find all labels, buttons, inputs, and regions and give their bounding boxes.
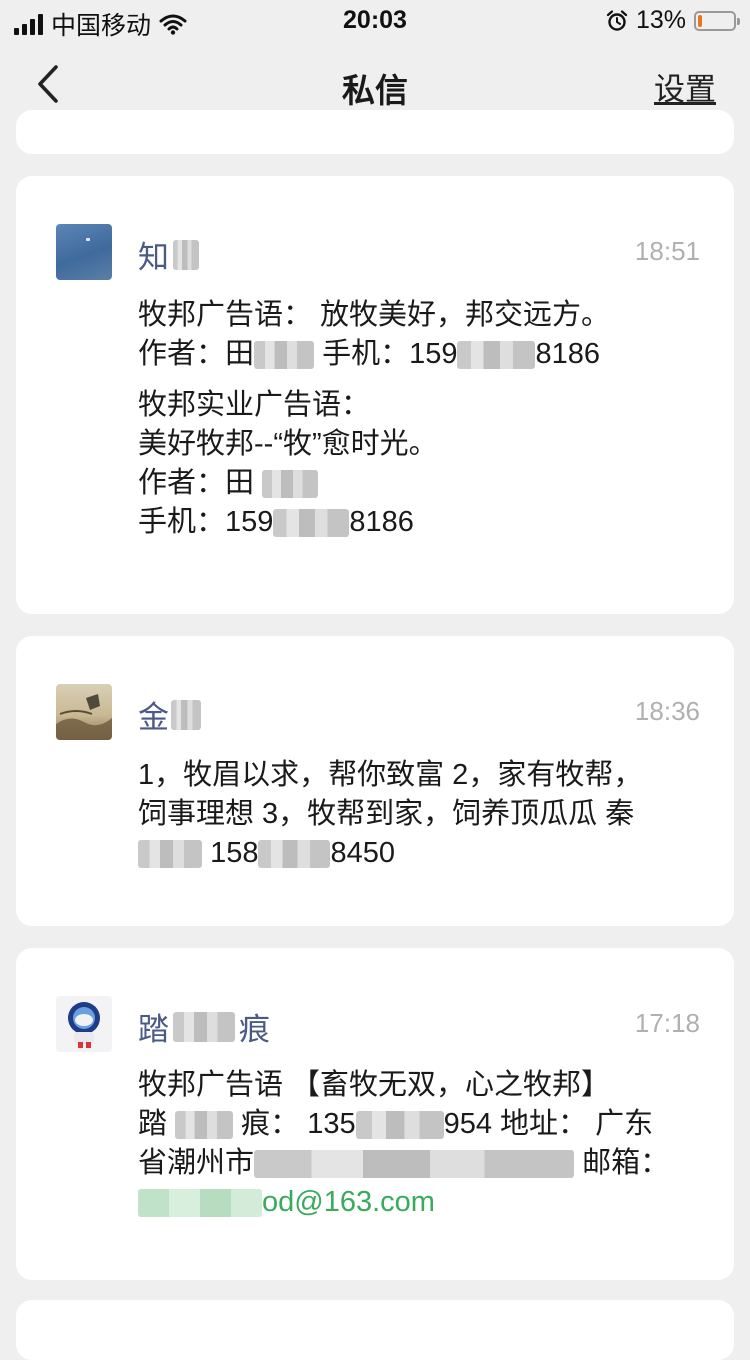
blurred-text [254, 341, 315, 370]
message-line[interactable]: od@163.com [138, 1183, 694, 1222]
message-line: 牧邦实业广告语： [138, 389, 371, 421]
message-card[interactable]: 金 18:36 1，牧眉以求，帮你致富 2，家有牧帮， 饲事理想 3，牧帮到家，… [16, 636, 734, 926]
message-line: 省潮州市 邮箱： [138, 1144, 694, 1183]
battery-icon [694, 10, 740, 31]
sender-name-text: 金 [138, 700, 169, 735]
message-text: 8186 [349, 506, 414, 538]
message-text: 踏 [138, 1108, 168, 1140]
sender-name[interactable]: 金 [138, 692, 201, 737]
message-card[interactable]: 踏 痕 17:18 牧邦广告语 【畜牧无双，心之牧邦】 踏 痕： 135 954 … [16, 948, 734, 1280]
next-message-card[interactable] [16, 1300, 734, 1360]
sender-name[interactable]: 踏 痕 [138, 1004, 270, 1049]
message-text: 手机：159 [138, 506, 274, 538]
message-text: 8186 [535, 338, 600, 370]
message-text: 作者：田 [138, 338, 255, 370]
message-line: 1，牧眉以求，帮你致富 2，家有牧帮， [138, 759, 643, 791]
message-text: 158 [210, 837, 259, 869]
message-text: 作者：田 [138, 467, 255, 499]
blurred-text [173, 1011, 235, 1042]
blurred-text [171, 699, 201, 730]
message-line: 饲事理想 3，牧帮到家，饲养顶瓜瓜 秦 [138, 798, 635, 830]
blurred-text [173, 239, 199, 270]
sender-name[interactable]: 知 [138, 232, 199, 277]
previous-message-card[interactable] [16, 110, 734, 154]
message-time: 18:51 [634, 236, 700, 266]
avatar[interactable] [56, 996, 112, 1052]
message-line: 踏 痕： 135 954 地址： 广东 [138, 1105, 694, 1144]
message-time: 17:18 [634, 1008, 700, 1038]
blurred-text [138, 1189, 262, 1218]
page-title: 私信 [342, 72, 408, 109]
message-text: 省潮州市 [138, 1147, 255, 1179]
message-line: 作者：田 [138, 464, 694, 503]
message-body: 1，牧眉以求，帮你致富 2，家有牧帮， 饲事理想 3，牧帮到家，饲养顶瓜瓜 秦 … [138, 756, 694, 873]
message-line: 美好牧邦--“牧”愈时光。 [138, 428, 438, 460]
blurred-text [457, 341, 536, 370]
status-right: 13% [606, 6, 740, 35]
blurred-text [258, 840, 331, 869]
email-link[interactable]: od@163.com [262, 1186, 435, 1218]
avatar[interactable] [56, 684, 112, 740]
message-body: 牧邦广告语 【畜牧无双，心之牧邦】 踏 痕： 135 954 地址： 广东 省潮州… [138, 1066, 694, 1222]
message-text: 邮箱： [582, 1147, 670, 1179]
blurred-text [175, 1111, 234, 1140]
blurred-text [273, 509, 350, 538]
message-line: 牧邦广告语： 放牧美好，邦交远方。 [138, 299, 611, 331]
blurred-text [138, 840, 202, 869]
message-body: 牧邦广告语： 放牧美好，邦交远方。 作者：田 手机：159 8186 牧邦实业广告… [138, 296, 694, 542]
message-line: 牧邦广告语 【畜牧无双，心之牧邦】 [138, 1069, 611, 1101]
message-line: 作者：田 手机：159 8186 [138, 335, 694, 374]
message-text: 8450 [330, 837, 395, 869]
sender-name-text: 痕 [239, 1012, 270, 1047]
sender-name-text: 知 [138, 240, 169, 275]
message-card[interactable]: 知 18:51 牧邦广告语： 放牧美好，邦交远方。 作者：田 手机：159 818… [16, 176, 734, 614]
message-text: 954 地址： 广东 [443, 1108, 654, 1140]
alarm-icon [606, 9, 628, 31]
message-text: 手机：159 [322, 338, 458, 370]
message-time: 18:36 [634, 696, 700, 726]
blurred-text [254, 1150, 575, 1179]
settings-button[interactable]: 设置 [654, 64, 716, 109]
avatar[interactable] [56, 224, 112, 280]
blurred-text [355, 1111, 444, 1140]
message-line: 158 8450 [138, 834, 694, 873]
blurred-text [262, 470, 319, 499]
message-text: 痕： 135 [241, 1108, 356, 1140]
status-bar: 中国移动 20:03 13% [0, 0, 750, 40]
message-line: 手机：159 8186 [138, 503, 694, 542]
battery-fill [698, 14, 703, 27]
battery-percent: 13% [635, 6, 686, 34]
sender-name-text: 踏 [138, 1012, 169, 1047]
